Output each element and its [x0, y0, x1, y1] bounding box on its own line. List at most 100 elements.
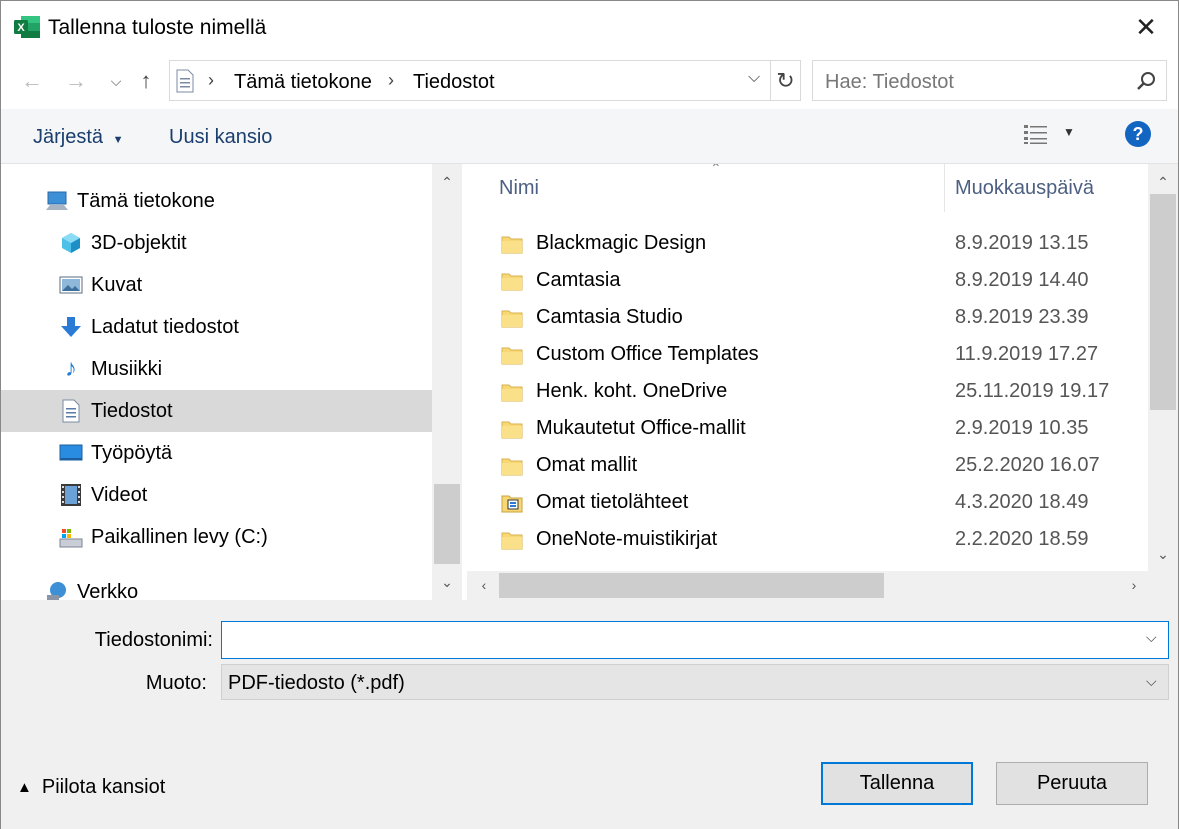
file-name: Henk. koht. OneDrive: [536, 380, 728, 402]
column-divider[interactable]: [944, 164, 945, 212]
breadcrumb-separator-icon: ›: [208, 70, 214, 90]
excel-icon: X: [14, 16, 40, 38]
chevron-down-icon: ⌵: [1146, 673, 1157, 689]
search-icon: [1137, 72, 1155, 90]
arrow-right-icon: →: [65, 68, 87, 93]
file-list-horizontal-scrollbar[interactable]: ‹ ›: [467, 571, 1148, 600]
arrow-up-icon: ↑: [140, 68, 152, 93]
file-row[interactable]: Camtasia 8.9.2019 14.40: [467, 263, 1148, 300]
dropdown-arrow-icon: ▼: [112, 134, 124, 146]
nav-item-videos[interactable]: Videot: [1, 474, 432, 516]
nav-pane-scrollbar[interactable]: ⌃ ⌄: [432, 164, 462, 600]
folder-icon: [501, 344, 523, 366]
recent-locations-button[interactable]: ⌵: [101, 65, 131, 97]
file-type-select[interactable]: PDF-tiedosto (*.pdf) ⌵: [221, 664, 1169, 700]
file-row[interactable]: OneNote-muistikirjat 2.2.2020 18.59: [467, 522, 1148, 559]
videos-icon: [61, 484, 81, 506]
file-name: Camtasia: [536, 269, 621, 291]
view-details-icon[interactable]: [1023, 123, 1049, 145]
nav-label: Työpöytä: [91, 441, 173, 464]
scroll-up-icon[interactable]: ⌃: [432, 168, 462, 196]
nav-item-network[interactable]: Verkko: [1, 571, 432, 600]
nav-item-downloads[interactable]: Ladatut tiedostot: [1, 306, 432, 348]
nav-label: Paikallinen levy (C:): [91, 525, 268, 548]
hide-folders-label: Piilota kansiot: [41, 776, 166, 798]
scrollbar-thumb[interactable]: [499, 573, 884, 598]
chevron-down-icon[interactable]: ⌵: [1146, 629, 1157, 646]
file-row[interactable]: Henk. koht. OneDrive 25.11.2019 19.17: [467, 374, 1148, 411]
folder-icon: [501, 529, 523, 551]
search-placeholder: Hae: Tiedostot: [825, 71, 954, 93]
folder-icon: [501, 233, 523, 255]
forward-button[interactable]: →: [61, 65, 91, 97]
nav-label: Verkko: [77, 580, 139, 601]
file-name: OneNote-muistikirjat: [536, 528, 718, 550]
file-row[interactable]: Custom Office Templates 11.9.2019 17.27: [467, 337, 1148, 374]
nav-item-this-pc[interactable]: Tämä tietokone: [1, 180, 432, 222]
nav-item-3d-objects[interactable]: 3D-objektit: [1, 222, 432, 264]
folder-icon: [501, 381, 523, 403]
nav-item-desktop[interactable]: Työpöytä: [1, 432, 432, 474]
nav-item-local-disk[interactable]: Paikallinen levy (C:): [1, 516, 432, 558]
file-modified-date: 4.3.2020 18.49: [955, 491, 1089, 513]
arrow-left-icon: ←: [21, 68, 43, 93]
chevron-down-icon: ⌵: [110, 72, 122, 89]
file-modified-date: 25.11.2019 19.17: [955, 380, 1110, 402]
file-modified-date: 25.2.2020 16.07: [955, 454, 1100, 476]
cancel-button[interactable]: Peruuta: [996, 762, 1148, 805]
data-sources-folder-icon: [501, 492, 523, 514]
new-folder-button[interactable]: Uusi kansio: [169, 126, 272, 149]
computer-icon: [46, 191, 68, 210]
folder-icon: [501, 270, 523, 292]
file-type-label: Muoto:: [145, 672, 207, 694]
column-header-name[interactable]: Nimi: [499, 164, 944, 212]
breadcrumb-this-pc[interactable]: Tämä tietokone: [234, 71, 372, 94]
close-button[interactable]: ✕: [1121, 7, 1171, 47]
scrollbar-thumb[interactable]: [1150, 194, 1176, 410]
file-modified-date: 11.9.2019 17.27: [955, 343, 1099, 365]
help-icon[interactable]: ?: [1125, 121, 1151, 147]
network-icon: [47, 582, 66, 600]
view-dropdown-icon[interactable]: ▼: [1063, 125, 1075, 139]
file-modified-date: 8.9.2019 14.40: [955, 269, 1089, 291]
column-header-label: Muokkauspäivä: [955, 176, 1094, 199]
file-list-vertical-scrollbar[interactable]: ⌃ ⌄: [1148, 164, 1178, 600]
column-header-modified[interactable]: Muokkauspäivä: [955, 164, 1148, 212]
address-bar[interactable]: › Tämä tietokone › Tiedostot ⌵: [169, 60, 771, 101]
scroll-down-icon[interactable]: ⌄: [1148, 540, 1178, 568]
scroll-right-icon[interactable]: ›: [1119, 571, 1149, 599]
organize-button[interactable]: Järjestä ▼: [33, 126, 123, 149]
pictures-icon: [59, 276, 83, 294]
file-row[interactable]: Omat tietolähteet 4.3.2020 18.49: [467, 485, 1148, 522]
hide-folders-toggle[interactable]: ▲ Piilota kansiot: [17, 776, 165, 799]
documents-icon: [62, 399, 80, 423]
nav-label: Tiedostot: [91, 399, 173, 422]
file-row[interactable]: Camtasia Studio 8.9.2019 23.39: [467, 300, 1148, 337]
file-modified-date: 8.9.2019 13.15: [955, 232, 1089, 254]
nav-label: Tämä tietokone: [77, 189, 215, 212]
nav-label: Musiikki: [91, 357, 163, 380]
file-type-value: PDF-tiedosto (*.pdf): [228, 672, 405, 694]
scroll-down-icon[interactable]: ⌄: [432, 568, 462, 596]
scroll-left-icon[interactable]: ‹: [469, 571, 499, 599]
file-row[interactable]: Omat mallit 25.2.2020 16.07: [467, 448, 1148, 485]
save-button[interactable]: Tallenna: [821, 762, 973, 805]
file-row[interactable]: Mukautetut Office-mallit 2.9.2019 10.35: [467, 411, 1148, 448]
music-icon: ♪: [65, 355, 77, 382]
scrollbar-thumb[interactable]: [434, 484, 460, 564]
chevron-down-icon[interactable]: ⌵: [748, 69, 760, 87]
filename-field[interactable]: [221, 621, 1169, 659]
up-button[interactable]: ↑: [131, 65, 161, 97]
nav-item-pictures[interactable]: Kuvat: [1, 264, 432, 306]
refresh-button[interactable]: ↻: [771, 60, 801, 101]
nav-item-music[interactable]: ♪ Musiikki: [1, 348, 432, 390]
nav-label: Ladatut tiedostot: [91, 315, 239, 338]
back-button[interactable]: ←: [17, 65, 47, 97]
file-row[interactable]: Blackmagic Design 8.9.2019 13.15: [467, 226, 1148, 263]
nav-item-documents[interactable]: Tiedostot: [1, 390, 432, 432]
search-input[interactable]: Hae: Tiedostot: [812, 60, 1167, 101]
breadcrumb-documents[interactable]: Tiedostot: [413, 71, 495, 94]
close-icon: ✕: [1135, 11, 1157, 42]
scroll-up-icon[interactable]: ⌃: [1148, 168, 1178, 196]
folder-icon: [501, 418, 523, 440]
